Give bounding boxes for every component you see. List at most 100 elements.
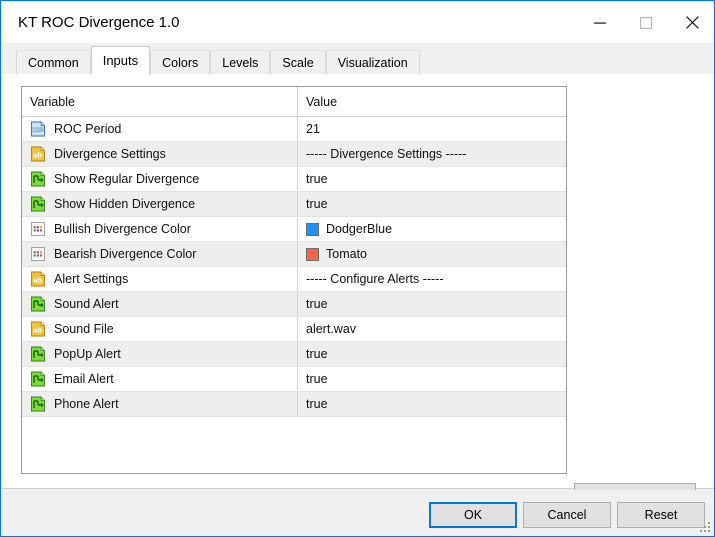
- value-text: ----- Divergence Settings -----: [306, 147, 467, 161]
- cancel-button[interactable]: Cancel: [523, 502, 611, 528]
- tab-page-inputs: Variable Value 123 ROC Period 21 ab Divergen…: [2, 74, 714, 536]
- value-cell[interactable]: alert.wav: [298, 317, 566, 341]
- boolean-input-icon: [31, 396, 45, 412]
- grip-dot: [708, 530, 710, 532]
- color-swatch: [306, 222, 319, 236]
- table-row[interactable]: ab Alert Settings ----- Configure Alerts -…: [22, 267, 566, 292]
- tab-visualization[interactable]: Visualization: [325, 50, 420, 74]
- variable-cell: PopUp Alert: [22, 342, 298, 366]
- close-button[interactable]: [669, 2, 714, 43]
- value-cell[interactable]: true: [298, 392, 566, 416]
- dialog-footer: OK Cancel Reset: [2, 490, 714, 536]
- grip-dot: [704, 530, 706, 532]
- text-input-icon: ab: [31, 271, 45, 287]
- title-bar: KT ROC Divergence 1.0: [2, 2, 714, 43]
- value-cell[interactable]: 21: [298, 117, 566, 141]
- value-text: true: [306, 397, 328, 411]
- table-row[interactable]: Show Regular Divergence true: [22, 167, 566, 192]
- maximize-button[interactable]: [623, 2, 669, 43]
- table-row[interactable]: 123 ROC Period 21: [22, 117, 566, 142]
- value-text: 21: [306, 122, 320, 136]
- table-row[interactable]: Show Hidden Divergence true: [22, 192, 566, 217]
- column-header-variable: Variable: [22, 87, 298, 116]
- variable-label: Email Alert: [54, 372, 114, 386]
- tab-label: Inputs: [102, 53, 139, 68]
- value-text: ----- Configure Alerts -----: [306, 272, 444, 286]
- maximize-icon: [640, 16, 652, 29]
- tab-strip: Common Inputs Colors Levels Scale Visualizati…: [2, 43, 714, 75]
- value-text: DodgerBlue: [326, 222, 393, 236]
- variable-cell: Phone Alert: [22, 392, 298, 416]
- value-cell[interactable]: true: [298, 167, 566, 191]
- text-input-icon: ab: [31, 321, 45, 337]
- tab-label: Visualization: [337, 55, 408, 70]
- svg-text:123: 123: [32, 125, 44, 134]
- table-row[interactable]: Bullish Divergence Color DodgerBlue: [22, 217, 566, 242]
- table-row[interactable]: PopUp Alert true: [22, 342, 566, 367]
- boolean-input-icon: [31, 346, 45, 362]
- variable-cell: ab Divergence Settings: [22, 142, 298, 166]
- value-cell[interactable]: true: [298, 192, 566, 216]
- tab-colors[interactable]: Colors: [150, 50, 211, 74]
- value-cell[interactable]: Tomato: [298, 242, 566, 266]
- table-row[interactable]: Phone Alert true: [22, 392, 566, 417]
- color-swatch: [306, 247, 319, 261]
- table-header-row: Variable Value: [22, 87, 566, 117]
- variable-cell: Show Regular Divergence: [22, 167, 298, 191]
- value-text: Tomato: [326, 247, 367, 261]
- value-text: true: [306, 372, 328, 386]
- tab-levels[interactable]: Levels: [210, 50, 271, 74]
- table-body: 123 ROC Period 21 ab Divergence Settings ----…: [22, 117, 566, 417]
- parameters-table[interactable]: Variable Value 123 ROC Period 21 ab Divergen…: [21, 86, 567, 474]
- column-header-value: Value: [306, 94, 338, 109]
- value-cell[interactable]: true: [298, 292, 566, 316]
- variable-cell: 123 ROC Period: [22, 117, 298, 141]
- tab-inputs[interactable]: Inputs: [90, 46, 151, 75]
- variable-label: Show Hidden Divergence: [54, 197, 196, 211]
- tab-common[interactable]: Common: [16, 50, 91, 74]
- resize-grip[interactable]: [700, 522, 712, 534]
- reset-button[interactable]: Reset: [617, 502, 705, 528]
- table-row[interactable]: ab Divergence Settings ----- Divergence Se…: [22, 142, 566, 167]
- color-input-icon: [31, 222, 45, 236]
- variable-label: Sound Alert: [54, 297, 119, 311]
- svg-text:ab: ab: [33, 150, 42, 159]
- variable-label: PopUp Alert: [54, 347, 121, 361]
- value-text: true: [306, 197, 328, 211]
- value-cell[interactable]: ----- Configure Alerts -----: [298, 267, 566, 291]
- variable-label: Phone Alert: [54, 397, 119, 411]
- boolean-input-icon: [31, 371, 45, 387]
- color-input-icon: [31, 247, 45, 261]
- table-row[interactable]: Sound Alert true: [22, 292, 566, 317]
- variable-label: Bullish Divergence Color: [54, 222, 191, 236]
- number-input-icon: 123: [31, 121, 45, 137]
- table-row[interactable]: Bearish Divergence Color Tomato: [22, 242, 566, 267]
- boolean-input-icon: [31, 296, 45, 312]
- minimize-button[interactable]: [577, 2, 623, 43]
- value-cell[interactable]: DodgerBlue: [298, 217, 566, 241]
- minimize-icon: [594, 22, 606, 24]
- table-row[interactable]: ab Sound File alert.wav: [22, 317, 566, 342]
- variable-cell: Bearish Divergence Color: [22, 242, 298, 266]
- variable-cell: Sound Alert: [22, 292, 298, 316]
- variable-label: Bearish Divergence Color: [54, 247, 197, 261]
- value-cell[interactable]: ----- Divergence Settings -----: [298, 142, 566, 166]
- window-title: KT ROC Divergence 1.0: [18, 14, 180, 31]
- grip-dot: [708, 526, 710, 528]
- value-cell[interactable]: true: [298, 342, 566, 366]
- close-icon: [685, 16, 699, 29]
- svg-text:ab: ab: [33, 275, 42, 284]
- tab-label: Levels: [222, 55, 259, 70]
- ok-button[interactable]: OK: [429, 502, 517, 528]
- value-text: true: [306, 172, 328, 186]
- variable-label: ROC Period: [54, 122, 122, 136]
- tab-scale[interactable]: Scale: [270, 50, 326, 74]
- value-text: alert.wav: [306, 322, 357, 336]
- tab-label: Colors: [162, 55, 199, 70]
- variable-cell: Email Alert: [22, 367, 298, 391]
- table-row[interactable]: Email Alert true: [22, 367, 566, 392]
- tab-list: Common Inputs Colors Levels Scale Visualizati…: [16, 46, 420, 75]
- value-cell[interactable]: true: [298, 367, 566, 391]
- text-input-icon: ab: [31, 146, 45, 162]
- variable-label: Sound File: [54, 322, 114, 336]
